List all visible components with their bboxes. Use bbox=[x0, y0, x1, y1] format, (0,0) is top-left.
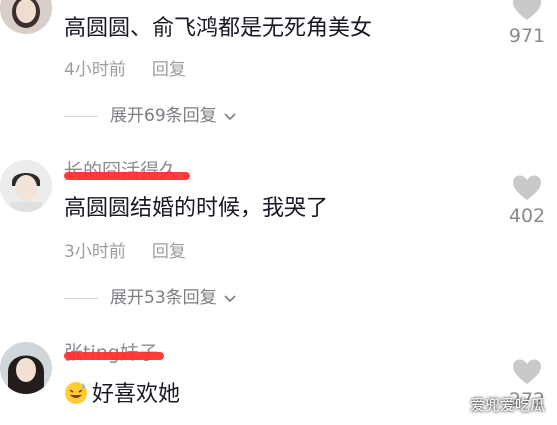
like-count: 402 bbox=[508, 205, 546, 227]
redaction-mark bbox=[64, 172, 190, 180]
expand-replies-label: 展开69条回复 bbox=[110, 106, 217, 126]
avatar-image bbox=[0, 342, 52, 394]
avatar[interactable] bbox=[0, 342, 52, 394]
like-area: 971 bbox=[505, 0, 549, 47]
comment-time: 4小时前 bbox=[64, 60, 126, 80]
avatar[interactable] bbox=[0, 160, 52, 212]
heart-icon[interactable] bbox=[512, 358, 542, 385]
sweat-smile-emoji-icon bbox=[65, 382, 87, 404]
expand-replies-button[interactable]: 展开53条回复 bbox=[64, 286, 237, 310]
divider-line bbox=[64, 297, 98, 299]
username[interactable]: 长的囧活得久 bbox=[64, 158, 178, 184]
comment-meta: 4小时前 回复 bbox=[64, 58, 186, 82]
reply-button[interactable]: 回复 bbox=[152, 242, 186, 262]
comment-text: 高圆圆结婚的时候，我哭了 bbox=[64, 196, 329, 221]
comment-text: 好喜欢她 bbox=[64, 380, 180, 410]
comment-time: 3小时前 bbox=[64, 242, 126, 262]
comment-text: 高圆圆、俞飞鸿都是无死角美女 bbox=[64, 16, 373, 41]
avatar-image bbox=[0, 0, 52, 34]
chevron-down-icon bbox=[224, 113, 236, 121]
comment-text-content: 好喜欢她 bbox=[92, 382, 181, 407]
heart-icon[interactable] bbox=[512, 0, 542, 21]
expand-replies-label: 展开53条回复 bbox=[110, 288, 217, 308]
like-area: 402 bbox=[505, 174, 549, 227]
comment-meta: 3小时前 回复 bbox=[64, 240, 186, 264]
chevron-down-icon bbox=[224, 295, 236, 303]
redaction-mark bbox=[64, 352, 164, 360]
avatar[interactable] bbox=[0, 0, 52, 34]
avatar-image bbox=[0, 160, 52, 212]
reply-button[interactable]: 回复 bbox=[152, 60, 186, 80]
heart-icon[interactable] bbox=[512, 174, 542, 201]
expand-replies-button[interactable]: 展开69条回复 bbox=[64, 104, 237, 128]
watermark: 爱兜爱吃瓜 bbox=[469, 396, 545, 414]
like-count: 971 bbox=[508, 25, 546, 47]
divider-line bbox=[64, 115, 98, 117]
